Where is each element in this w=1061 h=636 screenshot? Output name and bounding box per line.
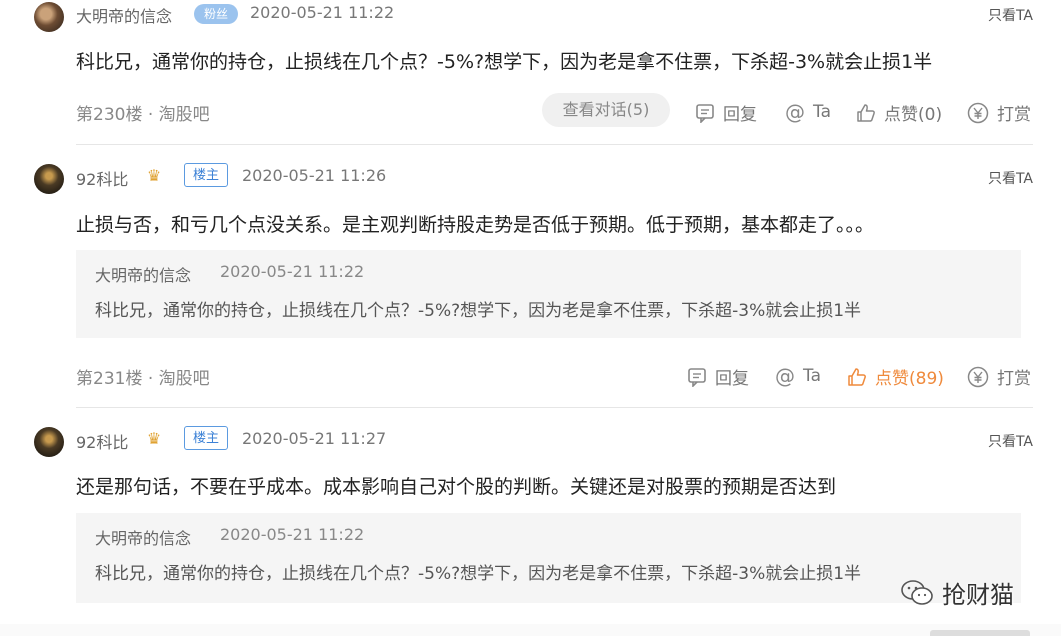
yen-coin-icon — [967, 102, 989, 123]
watermark-text: 抢财猫 — [942, 581, 1014, 609]
tip-button[interactable]: 打赏 — [967, 100, 1031, 125]
comment-text: 还是那句话，不要在乎成本。成本影响自己对个股的判断。关键还是对股票的预期是否达到 — [76, 476, 837, 498]
quoted-time: 2020-05-21 11:22 — [220, 262, 365, 281]
host-badge: 楼主 — [184, 163, 228, 187]
divider — [76, 407, 1033, 408]
fan-badge: 粉丝 — [194, 4, 238, 24]
like-label: 点赞(89) — [875, 369, 944, 389]
quoted-text: 科比兄，通常你的持仓，止损线在几个点？-5%?想学下，因为老是拿不住票，下杀超-… — [95, 564, 862, 584]
at-label: Ta — [813, 102, 831, 122]
post-time: 2020-05-21 11:27 — [242, 429, 387, 448]
like-label: 点赞(0) — [884, 105, 943, 125]
quoted-comment: 大明帝的信念 2020-05-21 11:22 科比兄，通常你的持仓，止损线在几… — [76, 513, 1021, 603]
at-button[interactable]: @ Ta — [785, 100, 831, 124]
avatar[interactable] — [34, 164, 64, 194]
reply-icon — [688, 367, 706, 387]
watermark: 抢财猫 — [900, 575, 1014, 610]
tip-label: 打赏 — [997, 369, 1031, 389]
tip-label: 打赏 — [997, 105, 1031, 125]
quoted-username[interactable]: 大明帝的信念 — [95, 262, 191, 286]
host-badge: 楼主 — [184, 426, 228, 450]
quoted-comment: 大明帝的信念 2020-05-21 11:22 科比兄，通常你的持仓，止损线在几… — [76, 250, 1021, 338]
reply-label: 回复 — [715, 369, 749, 389]
vip-crown-icon: ♛ — [146, 429, 162, 448]
scroll-handle[interactable] — [930, 630, 1030, 636]
at-icon: @ — [785, 100, 805, 124]
at-label: Ta — [803, 366, 821, 386]
username[interactable]: 大明帝的信念 — [76, 3, 172, 27]
bottom-strip — [0, 624, 1061, 636]
at-icon: @ — [775, 364, 795, 388]
username[interactable]: 92科比 — [76, 429, 128, 453]
quoted-text: 科比兄，通常你的持仓，止损线在几个点？-5%?想学下，因为老是拿不住票，下杀超-… — [95, 301, 862, 321]
avatar[interactable] — [34, 2, 64, 32]
at-button[interactable]: @ Ta — [775, 364, 821, 388]
only-view-ta-link[interactable]: 只看TA — [988, 431, 1033, 451]
vip-crown-icon: ♛ — [146, 166, 162, 185]
comment-text: 科比兄，通常你的持仓，止损线在几个点？-5%?想学下，因为老是拿不住票，下杀超-… — [76, 51, 933, 73]
reply-label: 回复 — [723, 105, 757, 125]
reply-button[interactable]: 回复 — [695, 100, 757, 125]
only-view-ta-link[interactable]: 只看TA — [988, 5, 1033, 25]
quoted-username[interactable]: 大明帝的信念 — [95, 525, 191, 549]
post-time: 2020-05-21 11:22 — [250, 3, 395, 22]
like-button[interactable]: 点赞(0) — [856, 100, 942, 125]
wechat-icon — [901, 579, 933, 605]
thumbs-up-icon — [848, 367, 866, 386]
comment-text: 止损与否，和亏几个点没关系。是主观判断持股走势是否低于预期。低于预期，基本都走了… — [76, 214, 875, 236]
reply-icon — [696, 103, 714, 123]
reply-button[interactable]: 回复 — [687, 364, 749, 389]
avatar[interactable] — [34, 427, 64, 457]
floor-label: 第230楼 · 淘股吧 — [76, 105, 210, 125]
view-dialog-button[interactable]: 查看对话(5) — [542, 93, 670, 127]
divider — [76, 144, 1033, 145]
floor-label: 第231楼 · 淘股吧 — [76, 369, 210, 389]
yen-coin-icon — [967, 366, 989, 387]
quoted-time: 2020-05-21 11:22 — [220, 525, 365, 544]
tip-button[interactable]: 打赏 — [967, 364, 1031, 389]
like-button[interactable]: 点赞(89) — [847, 364, 944, 389]
thumbs-up-icon — [857, 103, 875, 122]
only-view-ta-link[interactable]: 只看TA — [988, 168, 1033, 188]
comment-thread: 大明帝的信念 粉丝 2020-05-21 11:22 只看TA 科比兄，通常你的… — [0, 0, 1061, 636]
post-time: 2020-05-21 11:26 — [242, 166, 387, 185]
username[interactable]: 92科比 — [76, 166, 128, 190]
